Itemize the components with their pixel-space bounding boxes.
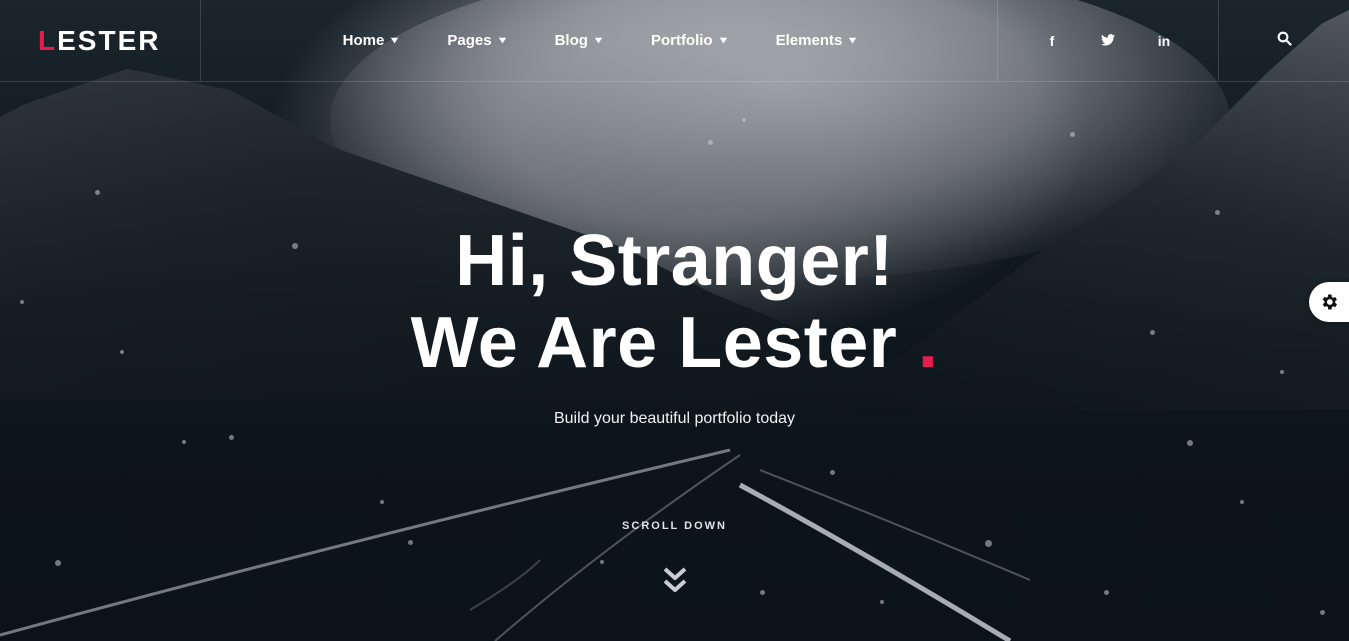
nav-label: Pages [447, 32, 492, 49]
chevron-down-icon: ▾ [595, 35, 602, 46]
nav-label: Blog [554, 32, 588, 49]
nav-item-home[interactable]: Home ▾ [343, 32, 398, 49]
nav-label: Portfolio [650, 32, 713, 49]
twitter-icon[interactable] [1099, 33, 1117, 49]
social-links: f in [998, 0, 1219, 81]
accent-dot: . [917, 303, 939, 383]
site-header: L ESTER Home ▾ Pages ▾ Blog ▾ Portfolio ▾… [0, 0, 1349, 82]
facebook-icon[interactable]: f [1043, 33, 1061, 49]
nav-label: Home [342, 32, 385, 49]
chevron-down-icon: ▾ [391, 35, 399, 46]
nav-item-portfolio[interactable]: Portfolio ▾ [651, 32, 726, 49]
road-lights [0, 448, 1031, 641]
settings-toggle[interactable] [1309, 282, 1349, 322]
chevron-down-icon: ▾ [719, 35, 727, 46]
logo-text: ESTER [57, 24, 161, 56]
chevron-down-icon: ▾ [498, 35, 506, 46]
logo-first-letter: L [38, 24, 58, 56]
gear-icon [1322, 294, 1337, 310]
headline-line-2-text: We Are Lester [410, 303, 898, 383]
nav-item-blog[interactable]: Blog ▾ [554, 32, 602, 49]
hero-section: L ESTER Home ▾ Pages ▾ Blog ▾ Portfolio ▾… [0, 0, 1349, 641]
search-icon[interactable] [1277, 31, 1292, 50]
logo-cell: L ESTER [0, 0, 201, 81]
headline-line-2: We Are Lester . [0, 302, 1349, 384]
search-cell [1219, 0, 1349, 81]
nav-label: Elements [775, 32, 843, 49]
site-logo[interactable]: L ESTER [38, 25, 160, 57]
double-chevron-down-icon[interactable] [662, 566, 688, 596]
nav-item-elements[interactable]: Elements ▾ [776, 32, 856, 49]
hero-subtitle: Build your beautiful portfolio today [553, 410, 796, 427]
linkedin-icon[interactable]: in [1155, 33, 1173, 49]
hero-headline: Hi, Stranger! We Are Lester . [0, 220, 1349, 384]
hero-text: Hi, Stranger! We Are Lester . Build your… [0, 220, 1349, 428]
headline-line-1: Hi, Stranger! [455, 221, 894, 301]
chevron-down-icon: ▾ [849, 35, 857, 46]
nav-item-pages[interactable]: Pages ▾ [447, 32, 506, 49]
scroll-down-label[interactable]: SCROLL DOWN [0, 520, 1349, 532]
main-nav: Home ▾ Pages ▾ Blog ▾ Portfolio ▾ Elemen… [201, 0, 998, 81]
